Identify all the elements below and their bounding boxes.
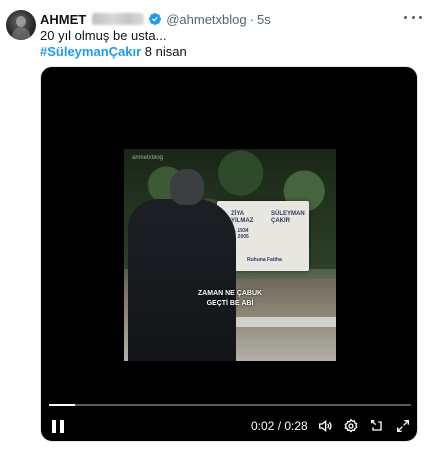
- fullscreen-icon[interactable]: [395, 418, 411, 434]
- author-handle[interactable]: @ahmetxblog: [166, 12, 246, 27]
- verified-badge-icon: [149, 13, 162, 25]
- separator-dot: ·: [249, 11, 254, 27]
- video-frame: ahmetxblog ZİYA YILMAZ D. 1934 Ö. 2005 S…: [124, 149, 336, 361]
- tweet-header: AHMET @ahmetxblog · 5s: [40, 10, 271, 28]
- exit-fullscreen-icon[interactable]: [369, 418, 385, 434]
- progress-fill: [49, 404, 75, 406]
- time-current: 0:02: [251, 419, 275, 433]
- timecode: 0:02 / 0:28: [251, 419, 308, 433]
- tweet-date-text: 8 nisan: [141, 44, 187, 59]
- video-watermark: ahmetxblog: [132, 155, 164, 161]
- more-options-icon[interactable]: [404, 11, 422, 23]
- tweet-text-line2: #SüleymanÇakır 8 nisan: [40, 44, 187, 60]
- grave-ledge: [224, 317, 336, 327]
- avatar[interactable]: [6, 10, 36, 40]
- tweet: AHMET @ahmetxblog · 5s 20 yıl olmuş be u…: [0, 0, 430, 450]
- blurred-surname: [92, 13, 145, 25]
- tweet-time[interactable]: 5s: [257, 12, 271, 27]
- settings-icon[interactable]: [343, 418, 359, 434]
- video-caption-line1: ZAMAN NE ÇABUK: [197, 290, 263, 297]
- gravestone-footer: Ruhuna Fatiha: [247, 257, 282, 263]
- video-controls: 0:02 / 0:28: [41, 415, 417, 437]
- video-caption: ZAMAN NE ÇABUK GEÇTİ BE ABİ: [124, 289, 336, 309]
- progress-bar[interactable]: [49, 404, 411, 406]
- hashtag-link[interactable]: #SüleymanÇakır: [40, 44, 141, 59]
- tweet-text: 20 yıl olmuş be usta...: [40, 28, 167, 43]
- author-name[interactable]: AHMET: [40, 12, 86, 27]
- volume-icon[interactable]: [317, 418, 333, 434]
- man-figure: [128, 169, 238, 361]
- video-caption-line2: GEÇTİ BE ABİ: [206, 300, 254, 307]
- video-player[interactable]: ahmetxblog ZİYA YILMAZ D. 1934 Ö. 2005 S…: [40, 66, 418, 442]
- pause-icon[interactable]: [51, 420, 65, 433]
- time-separator: /: [274, 419, 285, 433]
- time-total: 0:28: [284, 419, 308, 433]
- gravestone-name-right: SÜLEYMAN ÇAKIR: [271, 211, 305, 224]
